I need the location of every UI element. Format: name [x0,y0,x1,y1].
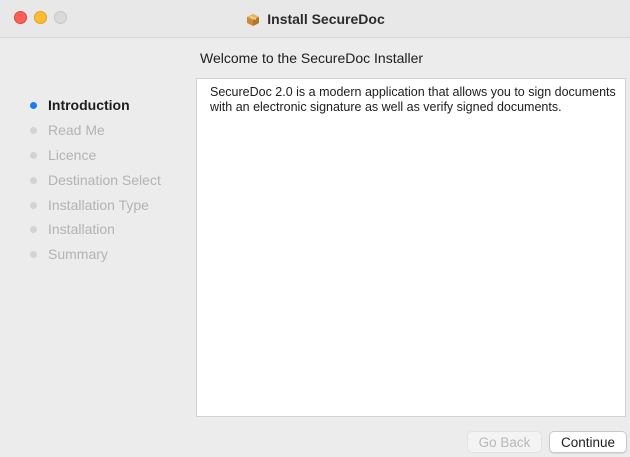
sidebar-step-introduction: Introduction [30,95,130,115]
page-heading: Welcome to the SecureDoc Installer [200,50,424,66]
go-back-button[interactable]: Go Back [467,431,542,453]
steps-sidebar: Introduction Read Me Licence Destination… [0,38,196,457]
sidebar-step-licence: Licence [30,145,96,165]
step-label: Summary [48,246,108,262]
title-bar: Install SecureDoc [0,0,630,38]
step-indicator-dot [30,101,37,109]
step-indicator-dot [30,126,37,134]
continue-button[interactable]: Continue [549,431,627,453]
step-indicator-dot [30,201,37,209]
window-title: Install SecureDoc [267,11,385,27]
step-label: Installation [48,221,115,237]
content-pane: SecureDoc 2.0 is a modern application th… [196,78,626,417]
sidebar-step-destination-select: Destination Select [30,170,161,190]
step-label: Read Me [48,122,105,138]
installer-window: Install SecureDoc Introduction Read Me L… [0,0,630,457]
step-indicator-dot [30,225,37,233]
step-indicator-dot [30,176,37,184]
sidebar-step-read-me: Read Me [30,120,105,140]
step-indicator-dot [30,151,37,159]
step-label: Destination Select [48,172,161,188]
introduction-text: SecureDoc 2.0 is a modern application th… [210,85,616,114]
step-label: Licence [48,147,97,163]
step-label: Introduction [48,97,130,113]
step-indicator-dot [30,250,37,258]
title-container: Install SecureDoc [0,0,630,38]
sidebar-step-installation: Installation [30,219,115,239]
installer-package-icon [247,14,260,26]
sidebar-step-summary: Summary [30,244,108,264]
sidebar-step-installation-type: Installation Type [30,195,149,215]
step-label: Installation Type [48,197,149,213]
